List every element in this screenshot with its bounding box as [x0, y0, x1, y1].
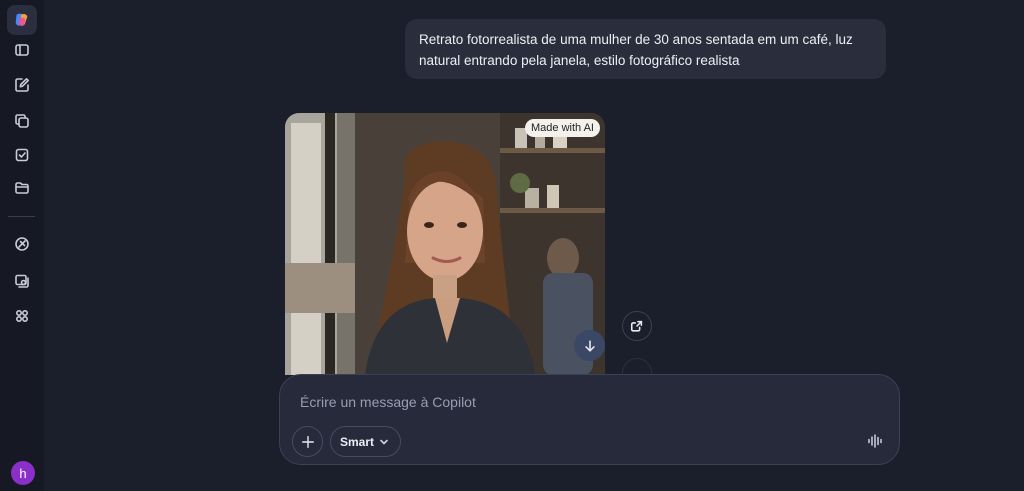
sidebar-toggle-icon	[15, 44, 29, 56]
copilot-logo-icon	[15, 13, 28, 26]
voice-input-button[interactable]	[865, 431, 885, 451]
sidebar-divider	[8, 216, 35, 217]
microphone-waveform-icon	[868, 434, 882, 448]
composer: Smart	[279, 374, 900, 465]
apps-button[interactable]	[9, 303, 35, 329]
tasks-icon	[15, 148, 29, 162]
user-message-text: Retrato fotorrealista de uma mulher de 3…	[419, 32, 853, 68]
apps-icon	[15, 309, 29, 323]
copilot-logo-button[interactable]	[7, 5, 37, 35]
discover-button[interactable]	[9, 231, 35, 257]
share-icon	[630, 320, 643, 332]
made-with-ai-badge: Made with AI	[525, 119, 600, 137]
mode-selector-label: Smart	[340, 434, 375, 449]
folder-button[interactable]	[9, 175, 35, 201]
generated-portrait-image	[285, 113, 605, 375]
add-attachment-button[interactable]	[292, 426, 323, 457]
pages-icon	[15, 114, 29, 128]
new-chat-icon	[15, 78, 29, 92]
tasks-button[interactable]	[9, 142, 35, 168]
imagine-button[interactable]	[9, 268, 35, 294]
discover-icon	[15, 237, 29, 251]
chevron-down-icon	[380, 439, 388, 444]
avatar[interactable]: h	[11, 461, 35, 485]
arrow-down-icon	[584, 339, 595, 352]
download-button[interactable]	[574, 330, 605, 361]
message-input[interactable]	[298, 390, 842, 414]
sidebar-toggle-button[interactable]	[9, 37, 35, 63]
pages-button[interactable]	[9, 108, 35, 134]
sidebar: h	[0, 0, 44, 491]
new-chat-button[interactable]	[9, 72, 35, 98]
user-message-bubble: Retrato fotorrealista de uma mulher de 3…	[405, 19, 886, 79]
generated-image[interactable]: Made with AI	[285, 113, 605, 375]
folder-icon	[15, 182, 29, 194]
imagine-icon	[15, 274, 29, 288]
plus-icon	[301, 435, 314, 448]
share-button[interactable]	[622, 311, 652, 341]
mode-selector-button[interactable]: Smart	[330, 426, 402, 457]
